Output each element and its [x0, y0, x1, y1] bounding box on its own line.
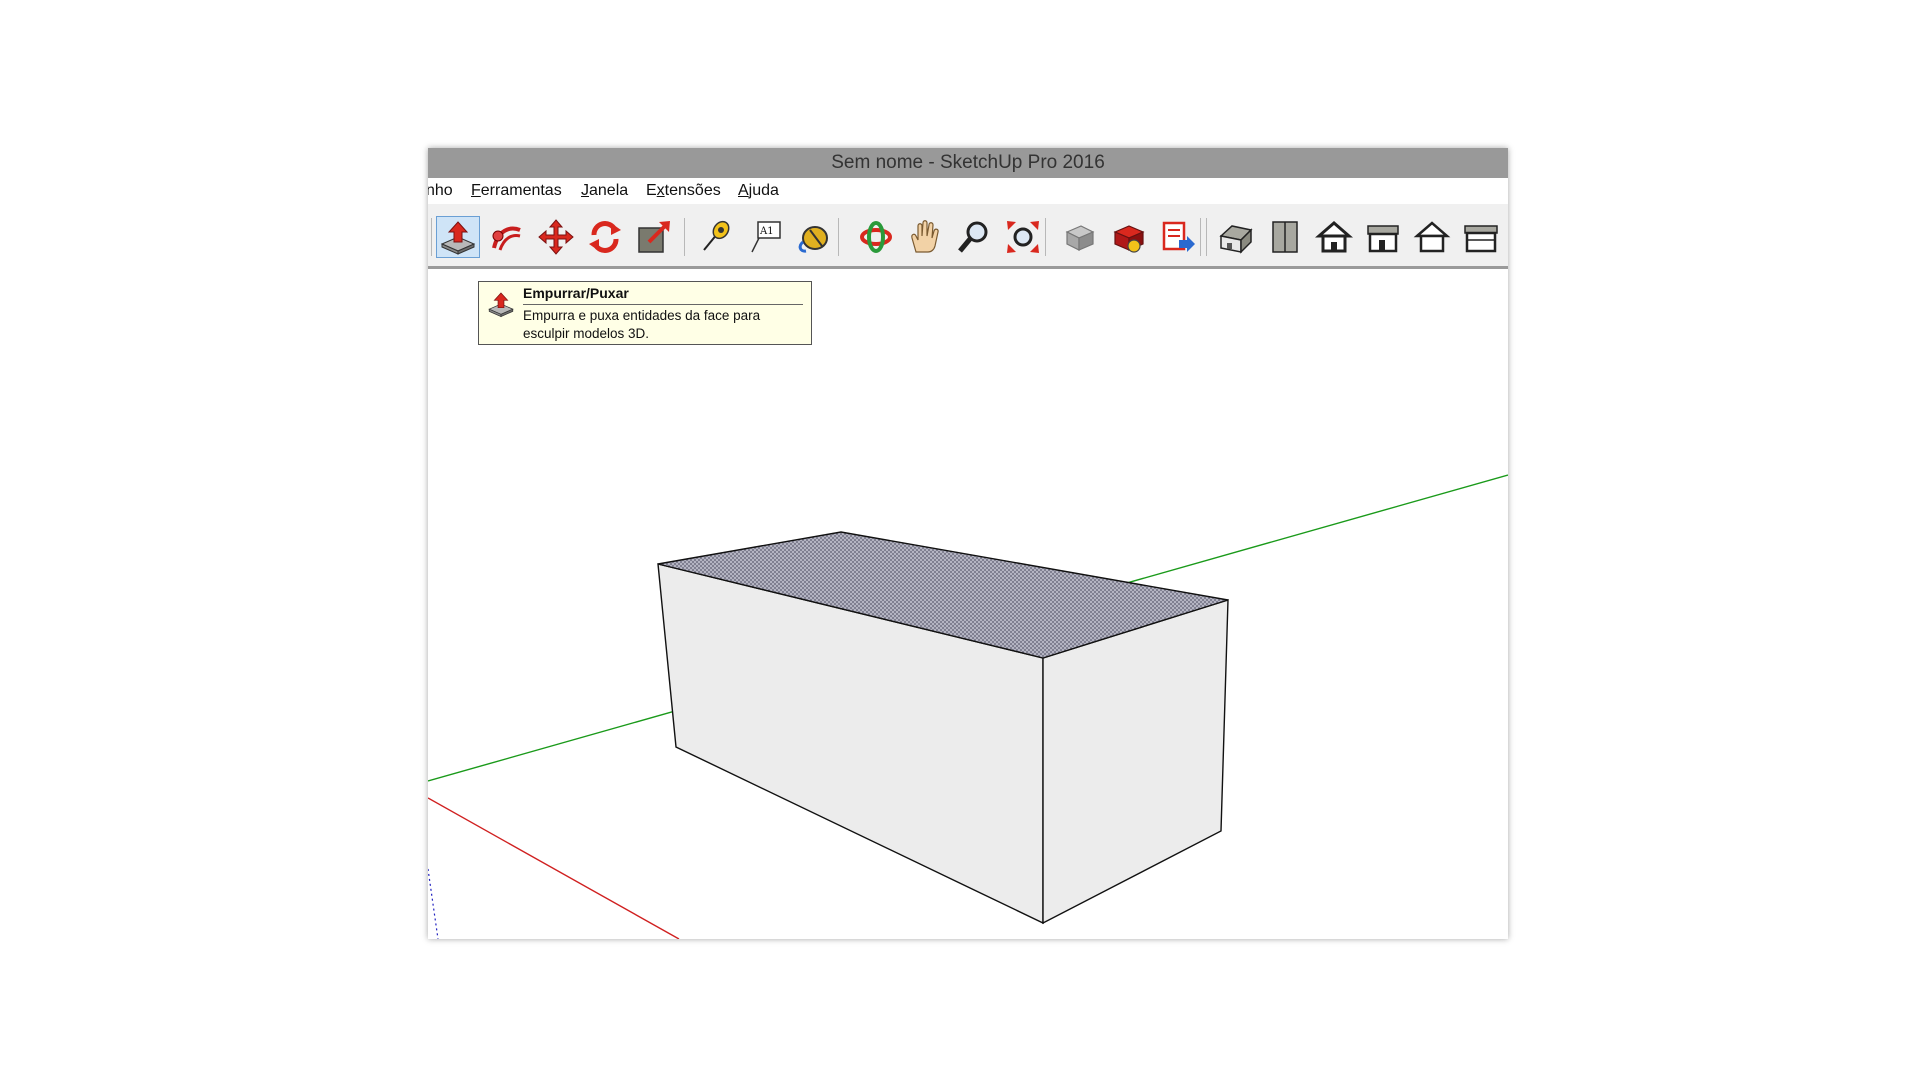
rotate-button[interactable] — [583, 216, 627, 258]
follow-me-icon — [492, 226, 521, 251]
front-view-icon — [1315, 221, 1353, 253]
sketchup-window: Sem nome - SketchUp Pro 2016 nho Ferrame… — [428, 148, 1508, 939]
back-view-icon — [1413, 221, 1451, 253]
move-icon — [538, 219, 574, 255]
right-view-button[interactable] — [1361, 216, 1405, 258]
text-icon: A1 — [751, 221, 781, 253]
model-scene — [428, 474, 1508, 939]
zoom-button[interactable] — [952, 216, 996, 258]
menu-item-ajuda[interactable]: Ajuda — [738, 182, 779, 200]
tooltip-divider — [523, 304, 803, 305]
paint-bucket-icon — [798, 226, 828, 253]
rotate-icon — [589, 221, 621, 253]
push-pull-icon — [488, 292, 514, 318]
extension-warehouse-button[interactable] — [1107, 216, 1151, 258]
z-axis-line — [428, 868, 439, 939]
push-pull-icon — [440, 221, 476, 255]
scale-button[interactable] — [632, 216, 676, 258]
push-pull-button[interactable] — [436, 216, 480, 258]
follow-me-button[interactable] — [485, 216, 529, 258]
pan-icon — [911, 220, 939, 253]
back-view-button[interactable] — [1410, 216, 1454, 258]
iso-view-icon — [1219, 225, 1253, 254]
paint-bucket-button[interactable] — [791, 216, 835, 258]
tape-measure-icon — [703, 220, 730, 251]
tooltip-title: Empurrar/Puxar — [523, 285, 629, 301]
tooltip-description: Empurra e puxa entidades da face para es… — [523, 308, 761, 341]
toolbar: A1 — [428, 204, 1508, 269]
window-title: Sem nome - SketchUp Pro 2016 — [831, 152, 1105, 173]
svg-text:A1: A1 — [759, 226, 774, 237]
send-to-layout-icon — [1162, 221, 1195, 252]
3d-warehouse-button[interactable] — [1058, 216, 1102, 258]
top-view-icon — [1272, 221, 1298, 253]
tape-measure-button[interactable] — [693, 216, 737, 258]
menu-bar: nho Ferramentas Janela Extensões Ajuda — [428, 178, 1508, 204]
front-view-button[interactable] — [1312, 216, 1356, 258]
send-to-layout-button[interactable] — [1156, 216, 1200, 258]
zoom-extents-icon — [1007, 221, 1039, 253]
menu-item-desenho[interactable]: nho — [428, 182, 453, 200]
iso-view-button[interactable] — [1214, 216, 1258, 258]
3d-warehouse-icon — [1065, 225, 1095, 251]
move-button[interactable] — [534, 216, 578, 258]
right-view-icon — [1367, 225, 1399, 253]
extension-warehouse-icon — [1113, 225, 1145, 253]
menu-item-janela[interactable]: Janela — [581, 182, 628, 200]
scale-icon — [638, 221, 670, 253]
drawing-viewport[interactable]: Empurrar/Puxar Empurra e puxa entidades … — [428, 269, 1508, 939]
x-axis-line — [428, 797, 680, 939]
zoom-icon — [958, 221, 988, 253]
top-view-button[interactable] — [1263, 216, 1307, 258]
left-view-icon — [1464, 225, 1498, 253]
orbit-button[interactable] — [854, 216, 898, 258]
tooltip: Empurrar/Puxar Empurra e puxa entidades … — [478, 281, 812, 345]
title-bar[interactable]: Sem nome - SketchUp Pro 2016 — [428, 148, 1508, 178]
zoom-extents-button[interactable] — [1001, 216, 1045, 258]
menu-item-extensoes[interactable]: Extensões — [646, 182, 721, 200]
orbit-icon — [860, 221, 892, 253]
menu-item-ferramentas[interactable]: Ferramentas — [471, 182, 562, 200]
text-button[interactable]: A1 — [742, 216, 786, 258]
left-view-button[interactable] — [1459, 216, 1503, 258]
pan-button[interactable] — [903, 216, 947, 258]
